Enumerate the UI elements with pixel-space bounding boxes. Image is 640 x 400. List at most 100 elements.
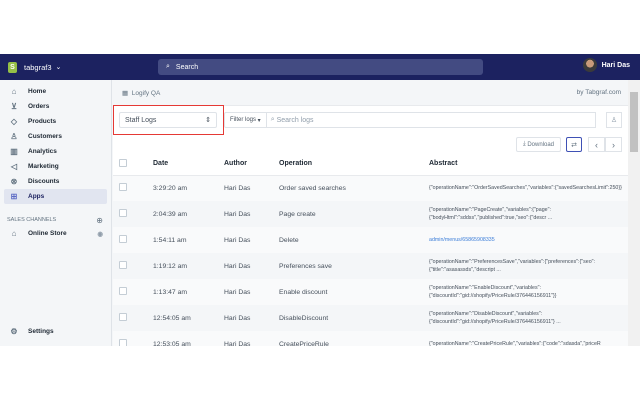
chevron-left-icon: ‹	[595, 139, 598, 150]
sidebar-item-discounts[interactable]: ⊗ Discounts	[4, 174, 107, 189]
sidebar-item-online-store[interactable]: ⌂ Online Store ◉	[4, 226, 107, 241]
apps-icon: ⊞	[10, 192, 18, 201]
eye-icon[interactable]: ◉	[97, 230, 103, 238]
row-checkbox[interactable]	[119, 235, 127, 243]
table-row[interactable]: 1:54:11 am Hari Das Delete admin/menus/6…	[113, 227, 628, 253]
sidebar-item-settings[interactable]: ⚙ Settings	[4, 324, 108, 339]
search-icon: ⌕	[166, 63, 170, 70]
abstract-text: {"operationName":"EnableDiscount","varia…	[429, 285, 557, 299]
sidebar-item-label: Discounts	[28, 178, 60, 185]
download-button[interactable]: ⤓ Download	[515, 137, 561, 152]
prev-page-button[interactable]: ‹	[588, 137, 605, 152]
online-store-label: Online Store	[28, 230, 67, 237]
row-author: Hari Das	[224, 253, 279, 279]
row-checkbox[interactable]	[119, 261, 127, 269]
table-row[interactable]: 2:04:39 am Hari Das Page create {"operat…	[113, 201, 628, 227]
sales-channels-header: SALES CHANNELS ⊕	[0, 214, 111, 226]
row-date: 3:29:20 am	[153, 175, 224, 201]
row-checkbox[interactable]	[119, 183, 127, 192]
row-date: 1:19:12 am	[153, 253, 224, 279]
row-date: 12:54:05 am	[153, 305, 224, 331]
table-row[interactable]: 12:54:05 am Hari Das DisableDiscount {"o…	[113, 305, 628, 331]
header-author[interactable]: Author	[224, 153, 279, 176]
sidebar-item-label: Orders	[28, 103, 50, 110]
row-date: 2:04:39 am	[153, 201, 224, 227]
store-switcher[interactable]: tabgraf3	[24, 63, 52, 72]
logs-table: Date Author Operation Abstract 3:29:20 a…	[113, 153, 628, 346]
header-operation[interactable]: Operation	[279, 153, 429, 176]
sidebar-item-apps[interactable]: ⊞ Apps	[4, 189, 107, 204]
user-name: Hari Das	[601, 61, 630, 69]
table-row[interactable]: 12:53:05 am Hari Das CreatePriceRule {"o…	[113, 331, 628, 346]
row-date: 1:13:47 am	[153, 279, 224, 305]
next-page-button[interactable]: ›	[605, 137, 622, 152]
avatar	[582, 58, 597, 72]
table-row[interactable]: 1:13:47 am Hari Das Enable discount {"op…	[113, 279, 628, 305]
add-channel-icon[interactable]: ⊕	[96, 216, 103, 225]
row-author: Hari Das	[224, 331, 279, 346]
search-icon: ⌕	[270, 116, 275, 123]
toggle-view-button[interactable]: ⇄	[566, 137, 582, 152]
bar-chart-icon: ▥	[10, 147, 18, 156]
row-date: 1:54:11 am	[153, 227, 224, 253]
search-logs-placeholder: Search logs	[276, 116, 314, 124]
app-header: ▦ Logify QA by Tabgraf.com	[113, 80, 628, 106]
row-operation: Enable discount	[279, 279, 429, 305]
gear-icon: ⚙	[10, 327, 18, 336]
user-menu[interactable]: Hari Das	[582, 58, 630, 72]
row-author: Hari Das	[224, 201, 279, 227]
filter-label: Filter logs	[230, 117, 257, 123]
row-author: Hari Das	[224, 305, 279, 331]
download-icon: ⤓	[522, 141, 526, 147]
row-operation: CreatePriceRule	[279, 331, 429, 346]
search-placeholder: Search	[175, 63, 199, 71]
sidebar-item-orders[interactable]: ⊻ Orders	[4, 99, 107, 114]
main-content: ▦ Logify QA by Tabgraf.com Staff Logs ⇕ …	[113, 80, 628, 346]
highlight-box	[113, 105, 224, 135]
filter-logs-button[interactable]: Filter logs ▾	[224, 112, 267, 128]
store-icon: ⌂	[11, 229, 17, 238]
tag-icon: ◇	[10, 117, 18, 126]
sidebar-item-analytics[interactable]: ▥ Analytics	[4, 144, 107, 159]
sidebar: ⌂ Home ⊻ Orders ◇ Products ♙ Customers ▥ Analytic…	[0, 80, 112, 346]
abstract-text: {"operationName":"DisableDiscount","vari…	[429, 311, 561, 325]
sidebar-item-label: Home	[28, 88, 47, 95]
row-operation: Preferences save	[279, 253, 429, 279]
discount-icon: ⊗	[10, 177, 18, 186]
chevron-right-icon: ›	[612, 139, 615, 150]
global-search-input[interactable]: ⌕ Search	[158, 59, 483, 75]
sales-channels-label: SALES CHANNELS	[7, 217, 57, 223]
search-logs-input[interactable]: ⌕ Search logs	[266, 112, 596, 128]
row-checkbox[interactable]	[119, 287, 127, 295]
sidebar-item-home[interactable]: ⌂ Home	[4, 84, 107, 99]
scrollbar-thumb[interactable]	[630, 92, 638, 152]
row-checkbox[interactable]	[119, 339, 127, 346]
sidebar-item-marketing[interactable]: ◁ Marketing	[4, 159, 107, 174]
header-date[interactable]: Date	[153, 153, 224, 176]
byline[interactable]: by Tabgraf.com	[577, 89, 621, 96]
header-abstract[interactable]: Abstract	[429, 153, 628, 176]
table-row[interactable]: 1:19:12 am Hari Das Preferences save {"o…	[113, 253, 628, 279]
orders-icon: ⊻	[11, 102, 17, 111]
shopify-logo-icon: S	[8, 61, 17, 73]
row-operation: Delete	[279, 227, 429, 253]
sidebar-item-label: Customers	[28, 133, 62, 140]
select-all-checkbox[interactable]	[119, 158, 127, 167]
row-operation: Page create	[279, 201, 429, 227]
table-row[interactable]: 3:29:20 am Hari Das Order saved searches…	[113, 175, 628, 201]
sidebar-item-products[interactable]: ◇ Products	[4, 114, 107, 129]
row-operation: Order saved searches	[279, 175, 429, 201]
row-author: Hari Das	[224, 227, 279, 253]
abstract-text: {"operationName":"OrderSavedSearches","v…	[429, 185, 622, 192]
scrollbar[interactable]	[628, 80, 640, 346]
chevron-down-icon[interactable]: ⌄	[56, 63, 62, 71]
sidebar-item-customers[interactable]: ♙ Customers	[4, 129, 107, 144]
person-icon: ♙	[10, 132, 18, 141]
abstract-link[interactable]: admin/menus/65865908335	[429, 237, 495, 243]
row-checkbox[interactable]	[119, 313, 127, 321]
user-filter-button[interactable]: ♙	[606, 112, 622, 128]
row-checkbox[interactable]	[119, 209, 127, 217]
row-date: 12:53:05 am	[153, 331, 224, 346]
row-operation: DisableDiscount	[279, 305, 429, 331]
sidebar-item-label: Marketing	[28, 163, 59, 170]
